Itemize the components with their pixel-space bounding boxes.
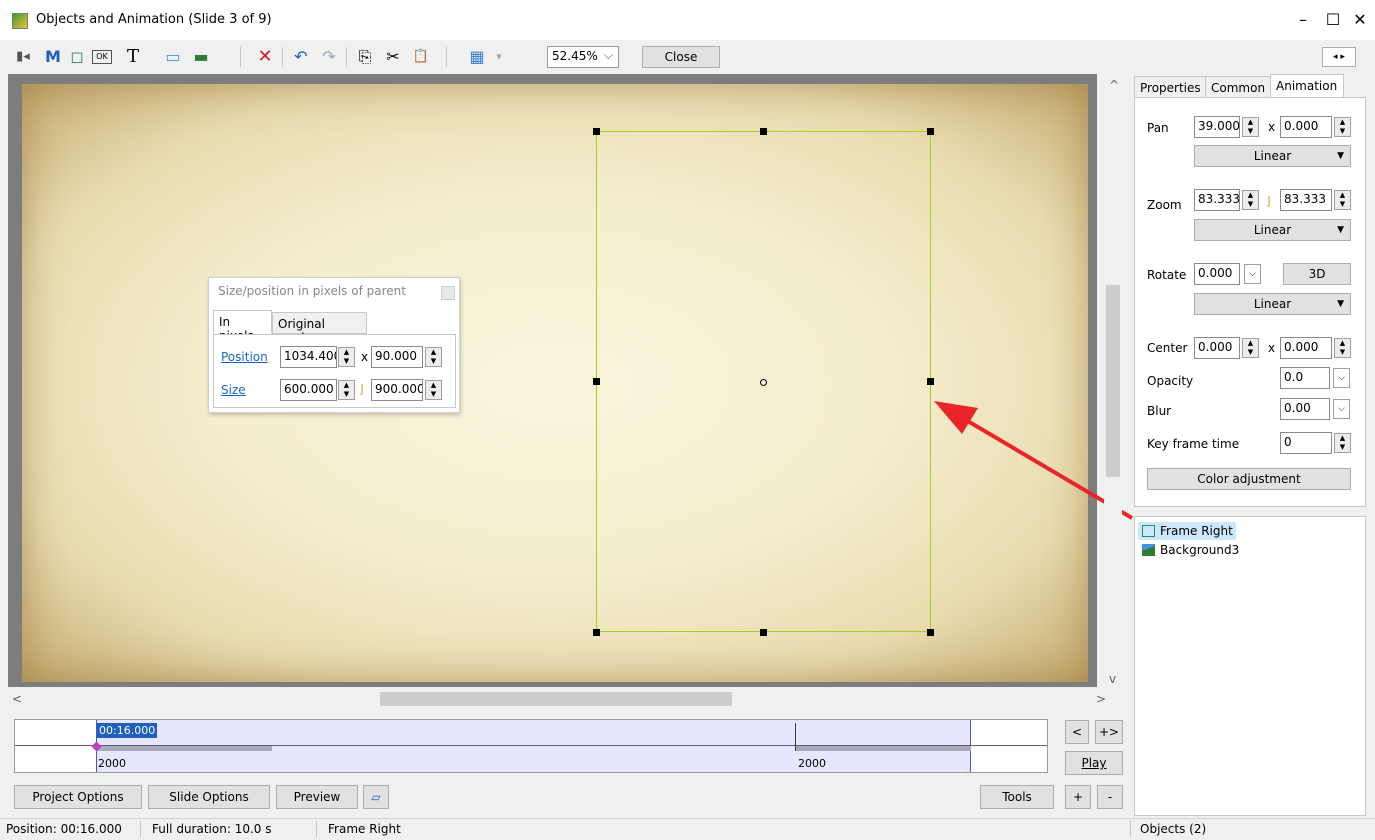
timeline-value-right: 2000 [798,757,826,770]
scroll-left-icon[interactable]: < [12,692,22,706]
keyframe-marker[interactable] [795,723,796,751]
position-x-field[interactable]: 1034.400 [280,346,337,368]
status-duration: Full duration: 10.0 s [152,822,272,836]
zoom-y-spinner[interactable]: ▲ ▼ [1334,190,1351,210]
objects-list: Frame Right Background3 [1134,516,1366,816]
tab-common[interactable]: Common [1205,76,1271,98]
size-link[interactable]: Size [221,383,246,397]
zoom-y-field[interactable]: 83.333 [1280,189,1332,211]
image-icon [1142,544,1155,556]
transition-bar-left [97,746,272,751]
position-y-spinner[interactable]: ▲ ▼ [425,347,442,367]
tab-original-mode[interactable]: Original mode [272,312,367,345]
transition-bar-right [796,746,971,751]
opacity-label: Opacity [1147,374,1194,388]
key-frame-time-label: Key frame time [1147,437,1240,451]
scroll-up-icon[interactable]: ^ [1109,78,1119,92]
horizontal-scroll-thumb[interactable] [380,692,732,706]
status-object: Frame Right [328,822,401,836]
list-item-frame-right[interactable]: Frame Right [1138,522,1236,540]
rotate-label: Rotate [1147,268,1187,282]
size-height-spinner[interactable]: ▲ ▼ [425,380,442,400]
blur-label: Blur [1147,404,1172,418]
x-separator: x [361,350,369,364]
position-y-field[interactable]: 90.000 [371,346,423,368]
tab-in-pixels[interactable]: In pixels [213,310,272,343]
dialog-title: Size/position in pixels of parent [218,284,406,298]
aspect-link-icon[interactable]: ⌋ [359,382,364,396]
zoom-x-field[interactable]: 83.333 [1194,189,1240,211]
dropdown-arrow-icon: ▼ [1337,225,1344,235]
add-keyframe-button[interactable]: +> [1095,720,1123,744]
pan-easing-select[interactable]: Linear ▼ [1194,145,1351,167]
rotate-easing-value: Linear [1253,297,1292,311]
pan-y-field[interactable]: 0.000 [1280,116,1332,138]
3d-button[interactable]: 3D [1283,263,1351,285]
project-options-button[interactable]: Project Options [14,785,142,809]
pan-easing-value: Linear [1253,149,1292,163]
position-link[interactable]: Position [221,350,268,364]
center-label: Center [1147,341,1188,355]
list-item-background3[interactable]: Background3 [1138,541,1258,559]
scroll-right-icon[interactable]: > [1096,692,1106,706]
rotate-dropdown-icon[interactable]: ⌵ [1244,264,1261,284]
center-y-spinner[interactable]: ▲ ▼ [1334,338,1351,358]
center-x-spinner[interactable]: ▲ ▼ [1242,338,1259,358]
slide-options-button[interactable]: Slide Options [148,785,270,809]
status-separator [316,821,317,837]
dropdown-arrow-icon: ▼ [1337,151,1344,161]
key-frame-time-spinner[interactable]: ▲ ▼ [1334,433,1351,453]
pan-label: Pan [1147,121,1169,135]
center-y-field[interactable]: 0.000 [1280,337,1332,359]
blur-field[interactable]: 0.00 [1280,398,1330,420]
blur-dropdown-icon[interactable]: ⌵ [1333,399,1350,419]
dropdown-arrow-icon: ▼ [1337,299,1344,309]
object-label: Frame Right [1160,524,1233,538]
add-button[interactable]: + [1065,785,1091,809]
pan-y-spinner[interactable]: ▲ ▼ [1334,117,1351,137]
color-adjustment-button[interactable]: Color adjustment [1147,468,1351,490]
remove-button[interactable]: - [1097,785,1123,809]
zoom-easing-select[interactable]: Linear ▼ [1194,219,1351,241]
pan-x-spinner[interactable]: ▲ ▼ [1242,117,1259,137]
preview-button[interactable]: Preview [276,785,358,809]
play-button[interactable]: Play [1065,751,1123,775]
object-label: Background3 [1160,543,1240,557]
preview-label: Preview [293,790,341,804]
rotate-easing-select[interactable]: Linear ▼ [1194,293,1351,315]
zoom-easing-value: Linear [1253,223,1292,237]
opacity-field[interactable]: 0.0 [1280,367,1330,389]
center-x-field[interactable]: 0.000 [1194,337,1240,359]
tab-properties[interactable]: Properties [1134,76,1206,98]
screen-icon[interactable]: ▱ [363,785,389,809]
size-width-spinner[interactable]: ▲ ▼ [338,380,355,400]
size-height-field[interactable]: 900.000 [371,379,423,401]
current-time-label: 00:16.000 [97,723,158,738]
vertical-scroll-thumb[interactable] [1106,285,1120,477]
opacity-dropdown-icon[interactable]: ⌵ [1333,368,1350,388]
dialog-close-icon[interactable] [441,286,455,300]
prev-keyframe-button[interactable]: < [1065,720,1089,744]
size-width-field[interactable]: 600.000 [280,379,337,401]
zoom-link-icon[interactable]: ⌋ [1266,194,1271,208]
x-separator: x [1268,120,1276,134]
zoom-label: Zoom [1147,198,1182,212]
pan-x-field[interactable]: 39.000 [1194,116,1240,138]
status-separator [1130,821,1131,837]
rotate-field[interactable]: 0.000 [1194,263,1240,285]
tools-button[interactable]: Tools [980,785,1054,809]
status-objects-count: Objects (2) [1140,822,1207,836]
timeline-value-left: 2000 [98,757,126,770]
frame-icon [1142,525,1155,537]
status-separator [140,821,141,837]
x-separator: x [1268,341,1276,355]
scroll-down-icon[interactable]: v [1109,672,1116,686]
zoom-x-spinner[interactable]: ▲ ▼ [1242,190,1259,210]
status-position: Position: 00:16.000 [6,822,122,836]
tab-animation[interactable]: Animation [1270,74,1344,98]
key-frame-time-field[interactable]: 0 [1280,432,1332,454]
position-x-spinner[interactable]: ▲ ▼ [338,347,355,367]
